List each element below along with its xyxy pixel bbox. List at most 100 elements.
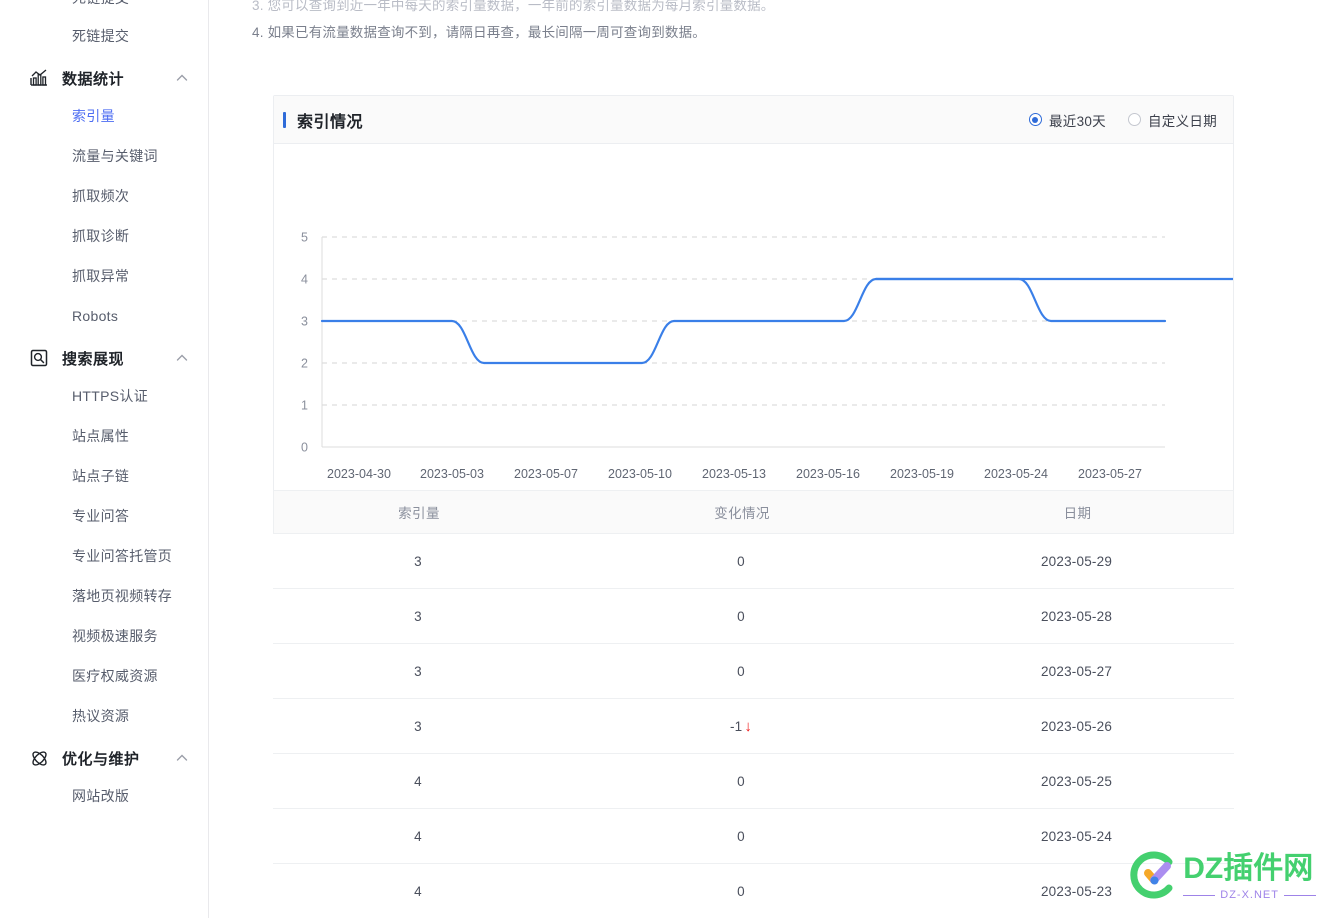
svg-text:0: 0	[301, 441, 308, 455]
sidebar-item-label: 索引量	[72, 108, 115, 124]
trend-down-icon: ↓	[744, 717, 753, 735]
sidebar-item-site-sublinks[interactable]: 站点子链	[0, 456, 209, 496]
svg-text:2: 2	[301, 357, 308, 371]
chart-data-line-tail	[874, 277, 1167, 323]
svg-text:2023-05-03: 2023-05-03	[420, 467, 484, 481]
svg-text:2023-05-13: 2023-05-13	[702, 467, 766, 481]
table-row[interactable]: 3 -1 ↓ 2023-05-26	[273, 699, 1234, 754]
notice-line-3: 3. 您可以查询到近一年中每天的索引量数据，一年前的索引量数据为每月索引量数据。	[252, 0, 775, 13]
cell-change: 0	[737, 608, 745, 624]
table-row[interactable]: 3 0 2023-05-29	[273, 534, 1234, 589]
sidebar: 死链提交 死链提交 数据统计	[0, 0, 209, 918]
card-title: 索引情况	[297, 113, 364, 131]
svg-text:1: 1	[301, 399, 308, 413]
radio-label: 最近30天	[1048, 113, 1106, 129]
sidebar-item-label: 落地页视频转存	[72, 588, 173, 604]
cell-date: 2023-05-25	[1040, 773, 1113, 789]
index-line-chart[interactable]: 5 4 3 2 1 0 2023-04-30 2023-05-03 2023-0…	[274, 144, 1233, 496]
sidebar-item-label: 死链提交	[72, 0, 129, 8]
sidebar-item-dead-link-submit[interactable]: 死链提交	[0, 16, 209, 56]
chevron-up-icon	[175, 71, 189, 85]
chart-x-tick-labels: 2023-04-30 2023-05-03 2023-05-07 2023-05…	[327, 467, 1142, 481]
chevron-up-icon	[175, 751, 189, 765]
radio-custom-date[interactable]: 自定义日期	[1128, 110, 1217, 130]
radio-last-30-days[interactable]: 最近30天	[1028, 110, 1106, 130]
sidebar-item-label: 站点属性	[72, 428, 130, 444]
table-row[interactable]: 4 0 2023-05-24	[273, 809, 1234, 864]
sidebar-item-label: 抓取异常	[72, 268, 130, 284]
svg-text:2023-05-27: 2023-05-27	[1078, 467, 1142, 481]
chart-canvas: 5 4 3 2 1 0 2023-04-30 2023-05-03 2023-0…	[301, 231, 1233, 481]
sidebar-item-traffic-keywords[interactable]: 流量与关键词	[0, 136, 209, 176]
svg-text:2023-05-07: 2023-05-07	[514, 467, 578, 481]
radio-dot-selected	[1028, 113, 1042, 126]
cell-index-count: 3	[414, 718, 422, 734]
svg-text:4: 4	[301, 273, 308, 287]
sidebar-item-crawl-frequency[interactable]: 抓取频次	[0, 176, 209, 216]
sidebar-group-optimize-maintain[interactable]: 优化与维护	[0, 738, 209, 778]
date-range-radio-group: 最近30天 自定义日期	[1028, 110, 1217, 130]
cell-index-count: 3	[414, 553, 422, 569]
sidebar-item-professional-qa[interactable]: 专业问答	[0, 496, 209, 536]
chart-y-tick-labels: 5 4 3 2 1 0	[301, 231, 308, 455]
table-row[interactable]: 4 0 2023-05-25	[273, 754, 1234, 809]
cell-date: 2023-05-28	[1040, 608, 1113, 624]
svg-text:2023-05-24: 2023-05-24	[984, 467, 1048, 481]
sidebar-item-landing-video-transfer[interactable]: 落地页视频转存	[0, 576, 209, 616]
table-row[interactable]: 3 0 2023-05-27	[273, 644, 1234, 699]
sidebar-group-data-stats[interactable]: 数据统计	[0, 58, 209, 98]
card-header: 索引情况 最近30天 自定义日期	[274, 96, 1233, 144]
sidebar-item-label: 热议资源	[72, 708, 130, 724]
table-row[interactable]: 3 0 2023-05-28	[273, 589, 1234, 644]
cell-change: 0	[737, 883, 745, 899]
svg-text:3: 3	[301, 315, 308, 329]
cell-change: 0	[737, 773, 745, 789]
cell-date: 2023-05-23	[1040, 883, 1113, 899]
svg-text:5: 5	[301, 231, 308, 245]
sidebar-item-label: 视频极速服务	[72, 628, 158, 644]
sidebar-item-crawl-exception[interactable]: 抓取异常	[0, 256, 209, 296]
cell-date: 2023-05-29	[1040, 553, 1113, 569]
sidebar-item-label: Robots	[72, 308, 119, 324]
cell-index-count: 3	[414, 608, 422, 624]
cell-change: 0	[737, 828, 745, 844]
cell-change: 0	[737, 663, 745, 679]
index-chart-card: 索引情况 最近30天 自定义日期 5 4 3 2 1 0 2023-04-30 …	[273, 95, 1234, 497]
sidebar-item-index-count[interactable]: 索引量	[0, 96, 209, 136]
sidebar-item-label: 站点子链	[72, 468, 130, 484]
title-accent-bar	[283, 111, 286, 128]
sidebar-item-video-speed-service[interactable]: 视频极速服务	[0, 616, 209, 656]
radio-dot-empty	[1128, 113, 1141, 126]
sidebar-item-label: 医疗权威资源	[72, 668, 158, 684]
atom-icon	[28, 747, 50, 769]
sidebar-group-label: 优化与维护	[62, 750, 140, 768]
sidebar-item-robots[interactable]: Robots	[0, 296, 209, 336]
chart-bar-icon	[28, 67, 50, 89]
sidebar-group-search-display[interactable]: 搜索展现	[0, 338, 209, 378]
sidebar-item-https-cert[interactable]: HTTPS认证	[0, 376, 209, 416]
table-header-row: 索引量 变化情况 日期	[273, 490, 1234, 534]
svg-text:2023-05-16: 2023-05-16	[796, 467, 860, 481]
cell-index-count: 4	[414, 883, 422, 899]
notice-line-4: 4. 如果已有流量数据查询不到，请隔日再查，最长间隔一周可查询到数据。	[252, 25, 707, 40]
main-content: 3. 您可以查询到近一年中每天的索引量数据，一年前的索引量数据为每月索引量数据。…	[209, 0, 1322, 918]
sidebar-item-label: 专业问答	[72, 508, 130, 524]
page-root: 死链提交 死链提交 数据统计	[0, 0, 1322, 918]
sidebar-item-site-attributes[interactable]: 站点属性	[0, 416, 209, 456]
cell-index-count: 4	[414, 773, 422, 789]
sidebar-group-label: 搜索展现	[62, 350, 125, 368]
sidebar-group-label: 数据统计	[62, 70, 125, 88]
cell-date: 2023-05-27	[1040, 663, 1113, 679]
sidebar-item-label: 网站改版	[72, 788, 130, 804]
table-row[interactable]: 4 0 2023-05-23	[273, 864, 1234, 918]
sidebar-item-medical-authority-resource[interactable]: 医疗权威资源	[0, 656, 209, 696]
sidebar-item-professional-qa-hosting[interactable]: 专业问答托管页	[0, 536, 209, 576]
sidebar-item-hot-topic-resource[interactable]: 热议资源	[0, 696, 209, 736]
sidebar-item-site-revision[interactable]: 网站改版	[0, 776, 209, 816]
radio-label: 自定义日期	[1148, 113, 1217, 129]
sidebar-item-crawl-diagnosis[interactable]: 抓取诊断	[0, 216, 209, 256]
svg-text:2023-04-30: 2023-04-30	[327, 467, 391, 481]
column-header-index-count: 索引量	[398, 506, 440, 521]
index-data-table: 索引量 变化情况 日期 3 0 2023-05-29 3 0 2023-05-2…	[273, 490, 1234, 918]
column-header-change: 变化情况	[714, 506, 770, 521]
